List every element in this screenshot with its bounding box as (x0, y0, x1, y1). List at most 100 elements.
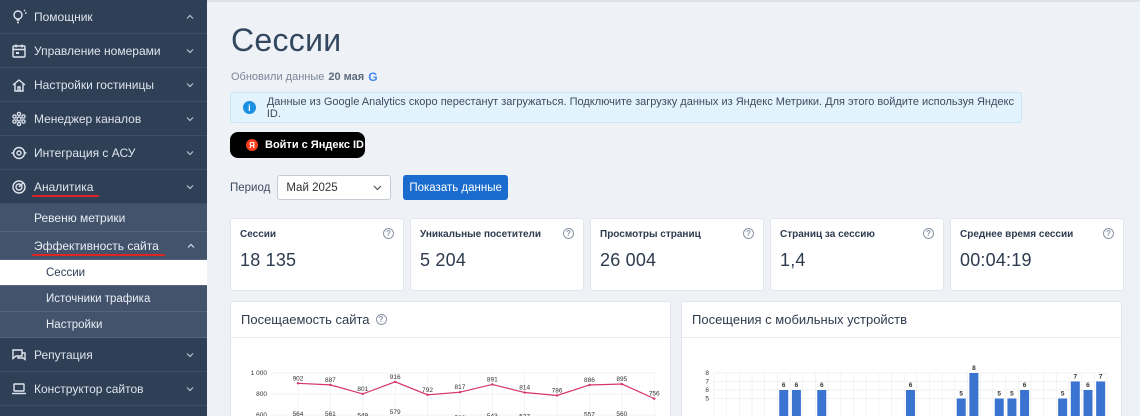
sidebar-subitem-efficiency[interactable]: Эффективность сайта (0, 232, 207, 260)
data-point (329, 383, 332, 387)
help-icon[interactable]: ? (383, 228, 394, 239)
integration-icon (10, 144, 28, 162)
help-icon[interactable]: ? (375, 314, 387, 325)
data-label: 561 (325, 411, 336, 416)
help-icon[interactable]: ? (563, 228, 574, 239)
chat-icon (10, 346, 28, 364)
sidebar-subitem-sessions[interactable]: Сессии (0, 260, 207, 286)
data-label: 7 (1099, 374, 1103, 381)
info-icon: i (243, 101, 256, 114)
help-icon[interactable]: ? (743, 228, 754, 239)
chevron-down-icon (185, 148, 195, 158)
sidebar-item-hotel-settings[interactable]: Настройки гостиницы (0, 68, 207, 102)
y-tick-label: 600 (256, 412, 267, 416)
bar (994, 398, 1004, 416)
analytics-icon (10, 178, 28, 196)
yandex-login-label: Войти с Яндекс ID (265, 139, 364, 151)
panel-title: Посещаемость сайта ? (231, 302, 670, 338)
chevron-down-icon (185, 350, 195, 360)
sidebar-item-label: Аналитика (34, 179, 94, 194)
y-tick-label: 6 (705, 387, 709, 394)
data-label: 5 (959, 391, 963, 398)
data-point (426, 393, 429, 397)
stat-name: Страниц за сессию (780, 229, 875, 240)
bar (1007, 398, 1017, 416)
bar (969, 373, 979, 416)
stat-name: Среднее время сессии (960, 229, 1074, 240)
laptop-icon (10, 380, 28, 398)
sidebar-subitem-label: Ревеню метрики (34, 210, 126, 225)
stat-name: Сессии (240, 229, 277, 240)
stat-card-avg-session-time: Среднее время сессии 00:04:19 ? (950, 218, 1124, 291)
stats-row: Сессии 18 135 ? Уникальные посетители 5 … (230, 218, 1124, 291)
data-point (296, 382, 300, 385)
traffic-chart-panel: Посещаемость сайта ? 1 000 800 600 902 887 80… (230, 301, 671, 416)
sidebar-subitem-traffic-sources[interactable]: Источники трафика (0, 286, 207, 312)
sidebar-item-label: Репутация (34, 347, 93, 362)
info-alert: i Данные из Google Analytics скоро перес… (230, 92, 1022, 123)
help-icon[interactable]: ? (1103, 228, 1114, 239)
sidebar-item-label: Помощник (34, 9, 93, 24)
show-data-button[interactable]: Показать данные (403, 175, 508, 200)
sidebar-item-rooms[interactable]: Управление номерами (0, 34, 207, 68)
bar (906, 390, 915, 416)
data-label: 786 (552, 387, 563, 394)
sidebar-item-channel-manager[interactable]: Менеджер каналов (0, 102, 207, 136)
data-label: 891 (487, 376, 498, 383)
sidebar-item-integration[interactable]: Интеграция с АСУ (0, 136, 207, 170)
data-label: 560 (616, 411, 627, 416)
chevron-down-icon (373, 185, 382, 191)
stat-card-unique-visitors: Уникальные посетители 5 204 ? (410, 218, 584, 291)
data-label: 817 (455, 384, 466, 391)
sidebar-item-label: Интеграция с АСУ (34, 145, 136, 160)
yandex-login-button[interactable]: Я Войти с Яндекс ID (230, 132, 365, 158)
data-label: 792 (422, 387, 433, 394)
sidebar-item-site-builder[interactable]: Конструктор сайтов (0, 372, 207, 406)
data-label: 886 (584, 377, 595, 384)
chevron-down-icon (185, 114, 195, 124)
data-label: 902 (293, 375, 304, 382)
data-point (555, 394, 559, 397)
y-tick-label: 8 (705, 370, 709, 377)
sidebar: Помощник Управление номерами Настройки г… (0, 0, 207, 416)
sidebar-item-label: Конструктор сайтов (34, 381, 144, 396)
alert-text: Данные из Google Analytics скоро переста… (266, 95, 1014, 120)
sidebar-item-analytics[interactable]: Аналитика (0, 170, 207, 204)
stat-card-sessions: Сессии 18 135 ? (230, 218, 404, 291)
sidebar-subitem-settings[interactable]: Настройки (0, 312, 207, 338)
updated-prefix: Обновили данные (231, 71, 325, 83)
bar (1096, 381, 1106, 416)
chevron-up-icon (187, 239, 195, 253)
data-point (361, 392, 364, 396)
bar (817, 390, 827, 416)
data-point (588, 383, 591, 387)
series-line (297, 381, 655, 400)
chevron-down-icon (185, 384, 195, 394)
period-filter: Период Май 2025 Показать данные (230, 175, 508, 200)
calendar-icon (10, 42, 28, 60)
bar (779, 390, 789, 416)
data-label: 6 (1086, 382, 1090, 389)
data-label: 5 (1010, 391, 1014, 398)
data-label: 564 (293, 411, 304, 416)
stat-card-pages-per-session: Страниц за сессию 1,4 ? (770, 218, 944, 291)
data-label: 5 (1061, 391, 1065, 398)
stat-value: 18 135 (240, 250, 297, 270)
y-tick-label: 7 (705, 379, 709, 386)
sidebar-subitem-revenue[interactable]: Ревеню метрики (0, 204, 207, 232)
period-select[interactable]: Май 2025 (277, 175, 392, 200)
bar (1070, 381, 1080, 416)
y-tick-label: 5 (705, 396, 709, 403)
main-content: Сессии Обновили данные 20 мая G i Данные… (207, 0, 1140, 416)
traffic-chart-title: Посещаемость сайта (241, 312, 370, 327)
stat-value: 00:04:19 (960, 250, 1032, 270)
sidebar-item-assistant[interactable]: Помощник (0, 0, 207, 34)
data-label: 5 (997, 391, 1001, 398)
data-point (491, 383, 494, 386)
panel-title: Посещения с мобильных устройств (682, 302, 1121, 338)
y-tick-label: 800 (256, 391, 267, 398)
help-icon[interactable]: ? (923, 228, 934, 239)
updated-info: Обновили данные 20 мая G (231, 70, 378, 84)
data-label: 6 (820, 382, 824, 389)
sidebar-item-reputation[interactable]: Репутация (0, 338, 207, 372)
